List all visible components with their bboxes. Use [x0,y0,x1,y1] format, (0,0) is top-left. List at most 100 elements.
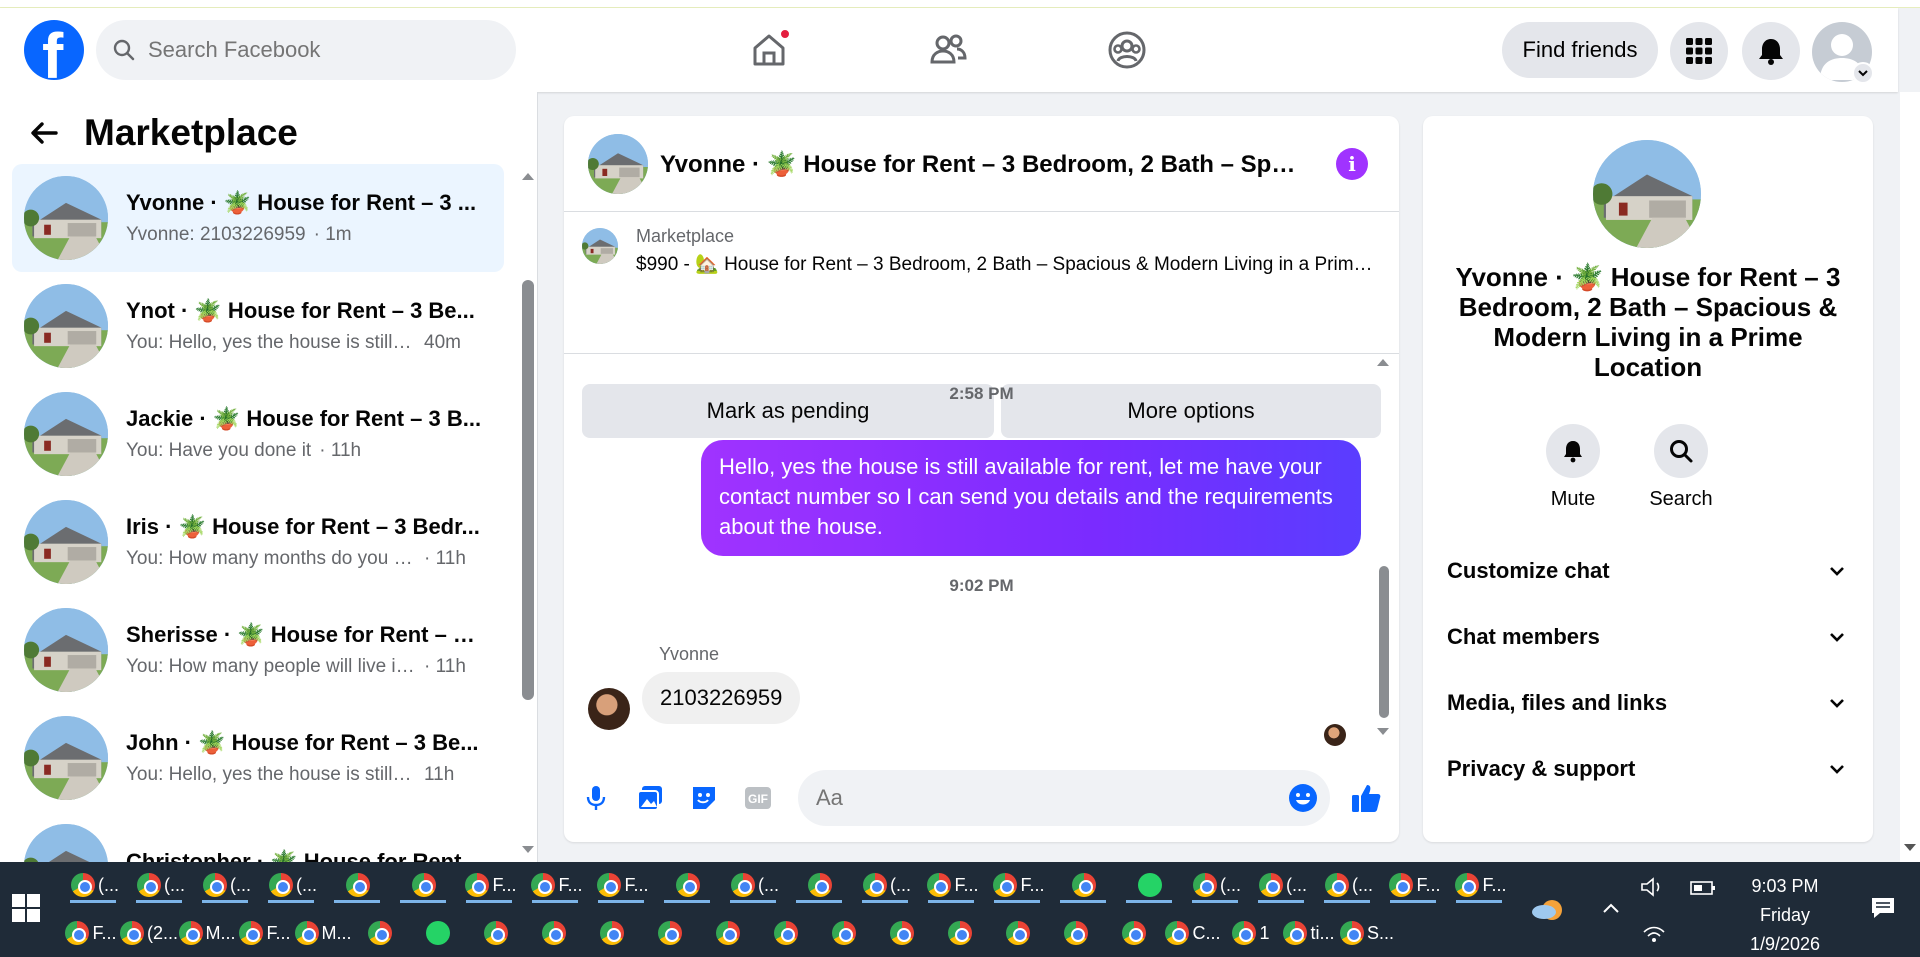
windows-start-icon[interactable] [12,894,40,922]
customize-chat-section[interactable]: Customize chat [1447,546,1847,596]
search-icon[interactable] [1654,424,1708,478]
conversation-item[interactable]: John · 🪴 House for Rent – 3 Be... You: He… [12,704,504,812]
emoji-icon[interactable] [1288,783,1318,813]
taskbar-app-button[interactable]: (... [722,864,788,906]
taskbar-app-button[interactable]: (... [194,864,260,906]
search-input[interactable] [148,37,468,63]
taskbar-app-button[interactable]: (... [1250,864,1316,906]
taskbar-app-button[interactable] [816,912,874,954]
message-input[interactable] [816,785,1256,811]
volume-icon[interactable] [1640,876,1664,898]
taskbar-app-button[interactable] [392,864,458,906]
listing-thumbnail[interactable] [582,228,618,264]
wifi-icon[interactable] [1642,924,1666,944]
taskbar-app-button[interactable] [700,912,758,954]
gif-icon[interactable]: GIF [740,780,776,816]
groups-icon[interactable] [1099,22,1155,78]
taskbar-app-button[interactable]: M... [178,912,236,954]
taskbar-app-button[interactable]: M... [294,912,352,954]
bell-icon[interactable] [1546,424,1600,478]
taskbar-app-button[interactable]: 1 [1222,912,1280,954]
conversation-item[interactable]: Jackie · 🪴 House for Rent – 3 B... You: H… [12,380,504,488]
mute-button[interactable]: Mute [1528,424,1618,511]
taskbar-app-button[interactable] [932,912,990,954]
taskbar-app-button[interactable]: (... [1316,864,1382,906]
taskbar-app-button[interactable] [352,912,410,954]
chevron-up-icon[interactable] [1600,898,1622,920]
taskbar-app-button[interactable] [584,912,642,954]
message-input-box[interactable] [798,770,1330,826]
taskbar-app-button[interactable] [1052,864,1118,906]
taskbar-app-button[interactable]: F... [590,864,656,906]
search-bar[interactable] [96,20,516,80]
sticker-icon[interactable] [686,780,722,816]
taskbar-app-button[interactable] [788,864,854,906]
taskbar-app-button[interactable]: F... [62,912,120,954]
taskbar-app-button[interactable]: F... [458,864,524,906]
sender-avatar[interactable] [588,688,630,730]
taskbar-app-button[interactable]: (... [128,864,194,906]
scrollbar-thumb[interactable] [1379,566,1389,718]
details-avatar[interactable] [1593,140,1701,248]
scrollbar-thumb[interactable] [522,280,534,700]
back-arrow-icon[interactable] [28,117,60,149]
incoming-message[interactable]: 2103226959 [642,672,801,724]
system-clock[interactable]: 9:03 PM Friday 1/9/2026 [1730,872,1840,957]
taskbar-app-button[interactable] [326,864,392,906]
conversation-item[interactable]: Christopher · 🪴 House for Rent ... [12,812,504,862]
notifications-icon[interactable] [1870,896,1896,920]
conversation-item[interactable]: Ynot · 🪴 House for Rent – 3 Be... You: He… [12,272,504,380]
weather-icon[interactable] [1530,892,1566,928]
taskbar-app-button[interactable]: F... [1448,864,1514,906]
taskbar-app-button[interactable]: S... [1338,912,1396,954]
microphone-icon[interactable] [578,780,614,816]
menu-icon[interactable] [1670,22,1728,80]
taskbar-app-button[interactable]: (... [62,864,128,906]
taskbar-app-button[interactable] [758,912,816,954]
taskbar-app-button[interactable] [1048,912,1106,954]
taskbar-app-button[interactable]: (2... [120,912,178,954]
taskbar-app-button[interactable] [468,912,526,954]
find-friends-button[interactable]: Find friends [1502,22,1658,78]
conversation-item[interactable]: Yvonne · 🪴 House for Rent – 3 ... Yvonne:… [12,164,504,272]
chat-members-section[interactable]: Chat members [1447,612,1847,662]
taskbar-app-button[interactable] [642,912,700,954]
taskbar-app-button[interactable]: (... [1184,864,1250,906]
taskbar-app-button[interactable]: (... [260,864,326,906]
taskbar-app-button[interactable] [410,912,468,954]
taskbar-app-button[interactable] [1106,912,1164,954]
taskbar-app-button[interactable]: F... [986,864,1052,906]
listing-title[interactable]: $990 - 🏡 House for Rent – 3 Bedroom, 2 B… [636,252,1376,276]
chat-avatar[interactable] [588,134,648,194]
info-icon[interactable]: i [1336,148,1368,180]
outgoing-message[interactable]: Hello, yes the house is still available … [701,440,1361,556]
friends-icon[interactable] [920,22,976,78]
sidebar-scrollbar[interactable] [520,170,534,860]
page-scrollbar[interactable] [1900,92,1920,862]
notifications-bell-icon[interactable] [1742,22,1800,80]
search-in-chat-button[interactable]: Search [1636,424,1726,511]
taskbar-app-button[interactable]: C... [1164,912,1222,954]
taskbar-app-button[interactable]: (... [854,864,920,906]
taskbar-app-button[interactable] [526,912,584,954]
taskbar-app-button[interactable] [656,864,722,906]
taskbar-app-button[interactable]: F... [920,864,986,906]
taskbar-app-button[interactable]: F... [524,864,590,906]
conversation-item[interactable]: Sherisse · 🪴 House for Rent – 3 ... You: … [12,596,504,704]
account-chevron-icon[interactable] [1852,62,1874,84]
chat-scrollbar[interactable] [1376,356,1390,738]
taskbar-app-button[interactable] [874,912,932,954]
media-files-links-section[interactable]: Media, files and links [1447,678,1847,728]
taskbar-app-button[interactable]: F... [236,912,294,954]
thumbs-up-icon[interactable] [1348,780,1384,816]
privacy-support-section[interactable]: Privacy & support [1447,744,1847,794]
home-icon[interactable] [741,22,797,78]
taskbar-app-button[interactable] [1118,864,1184,906]
battery-icon[interactable] [1690,880,1716,896]
chat-title[interactable]: Yvonne · 🪴 House for Rent – 3 Bedroom, 2… [660,150,1300,179]
conversation-item[interactable]: Iris · 🪴 House for Rent – 3 Bedr... You: … [12,488,504,596]
facebook-logo[interactable]: f [24,20,84,80]
taskbar-app-button[interactable]: F... [1382,864,1448,906]
photo-icon[interactable] [632,780,668,816]
taskbar-app-button[interactable]: ti... [1280,912,1338,954]
